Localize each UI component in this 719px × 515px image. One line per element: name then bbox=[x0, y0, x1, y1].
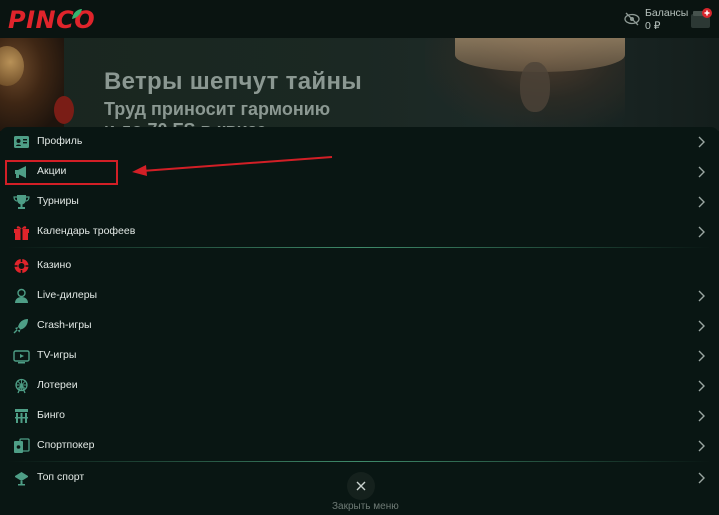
wallet-icon[interactable] bbox=[689, 7, 713, 31]
close-menu-button[interactable] bbox=[347, 472, 375, 500]
tv-icon bbox=[13, 350, 30, 364]
menu-item-label: Бинго bbox=[37, 409, 65, 421]
chevron-right-icon bbox=[698, 290, 705, 302]
menu-item-lotteries[interactable]: Лотереи bbox=[0, 371, 719, 401]
sport-icon bbox=[15, 472, 28, 486]
balance-value[interactable]: 0 ₽ bbox=[645, 20, 660, 32]
menu-item-label: Казино bbox=[37, 259, 72, 271]
bingo-icon bbox=[15, 409, 28, 423]
promo-banner[interactable]: Ветры шепчут тайны Труд приносит гармони… bbox=[0, 38, 719, 131]
rocket-icon bbox=[13, 319, 28, 334]
chevron-right-icon bbox=[698, 196, 705, 208]
side-menu-panel: Профиль Акции Турниры Календарь трофеев bbox=[0, 127, 719, 515]
chevron-right-icon bbox=[698, 226, 705, 238]
menu-item-label: Live-дилеры bbox=[37, 289, 98, 301]
menu-item-label: Турниры bbox=[37, 195, 79, 207]
menu-item-casino[interactable]: Казино bbox=[0, 251, 719, 281]
ferris-wheel-icon bbox=[15, 378, 28, 394]
close-menu-label[interactable]: Закрыть меню bbox=[332, 501, 399, 512]
menu-item-sport-poker[interactable]: Спортпокер bbox=[0, 431, 719, 461]
menu-item-label: Спортпокер bbox=[37, 439, 95, 451]
coin-art bbox=[0, 46, 24, 86]
menu-item-label: Календарь трофеев bbox=[37, 225, 136, 237]
trophy-icon bbox=[13, 195, 30, 209]
top-header: PINCO Балансы 0 ₽ bbox=[0, 0, 719, 38]
menu-item-tv-games[interactable]: TV-игры bbox=[0, 341, 719, 371]
balance-label[interactable]: Балансы bbox=[645, 7, 688, 19]
gift-icon bbox=[14, 226, 29, 240]
menu-divider bbox=[8, 461, 711, 462]
chevron-right-icon bbox=[698, 472, 705, 484]
menu-item-label: TV-игры bbox=[37, 349, 77, 361]
profile-card-icon bbox=[14, 136, 29, 148]
menu-item-crash-games[interactable]: Crash-игры bbox=[0, 311, 719, 341]
banner-figure-art bbox=[520, 62, 550, 112]
chevron-right-icon bbox=[698, 440, 705, 452]
menu-item-trophy-calendar[interactable]: Календарь трофеев bbox=[0, 217, 719, 247]
chevron-right-icon bbox=[698, 380, 705, 392]
menu-divider bbox=[8, 247, 711, 248]
banner-subtitle: Труд приносит гармонию bbox=[104, 99, 331, 119]
menu-item-bingo[interactable]: Бинго bbox=[0, 401, 719, 431]
menu-item-label: Лотереи bbox=[37, 379, 78, 391]
casino-chip-icon bbox=[14, 259, 29, 273]
logo-leaf-icon bbox=[72, 9, 82, 19]
chevron-right-icon bbox=[698, 136, 705, 148]
chevron-right-icon bbox=[698, 320, 705, 332]
banner-title: Ветры шепчут тайны bbox=[104, 68, 363, 95]
menu-item-profile[interactable]: Профиль bbox=[0, 127, 719, 157]
hide-balance-eye-icon[interactable] bbox=[624, 12, 640, 26]
chevron-right-icon bbox=[698, 410, 705, 422]
annotation-arrow bbox=[132, 156, 333, 176]
menu-item-label: Профиль bbox=[37, 135, 83, 147]
menu-item-tournaments[interactable]: Турниры bbox=[0, 187, 719, 217]
close-icon bbox=[356, 481, 366, 491]
dealer-icon bbox=[15, 288, 28, 303]
banner-side-art bbox=[0, 38, 74, 131]
chevron-right-icon bbox=[698, 350, 705, 362]
red-coin-art bbox=[54, 96, 74, 124]
cards-icon bbox=[14, 438, 30, 453]
menu-item-label: Crash-игры bbox=[37, 319, 92, 331]
highlight-box bbox=[5, 160, 118, 185]
menu-item-live-dealers[interactable]: Live-дилеры bbox=[0, 281, 719, 311]
menu-item-label: Топ спорт bbox=[37, 471, 85, 483]
chevron-right-icon bbox=[698, 166, 705, 178]
